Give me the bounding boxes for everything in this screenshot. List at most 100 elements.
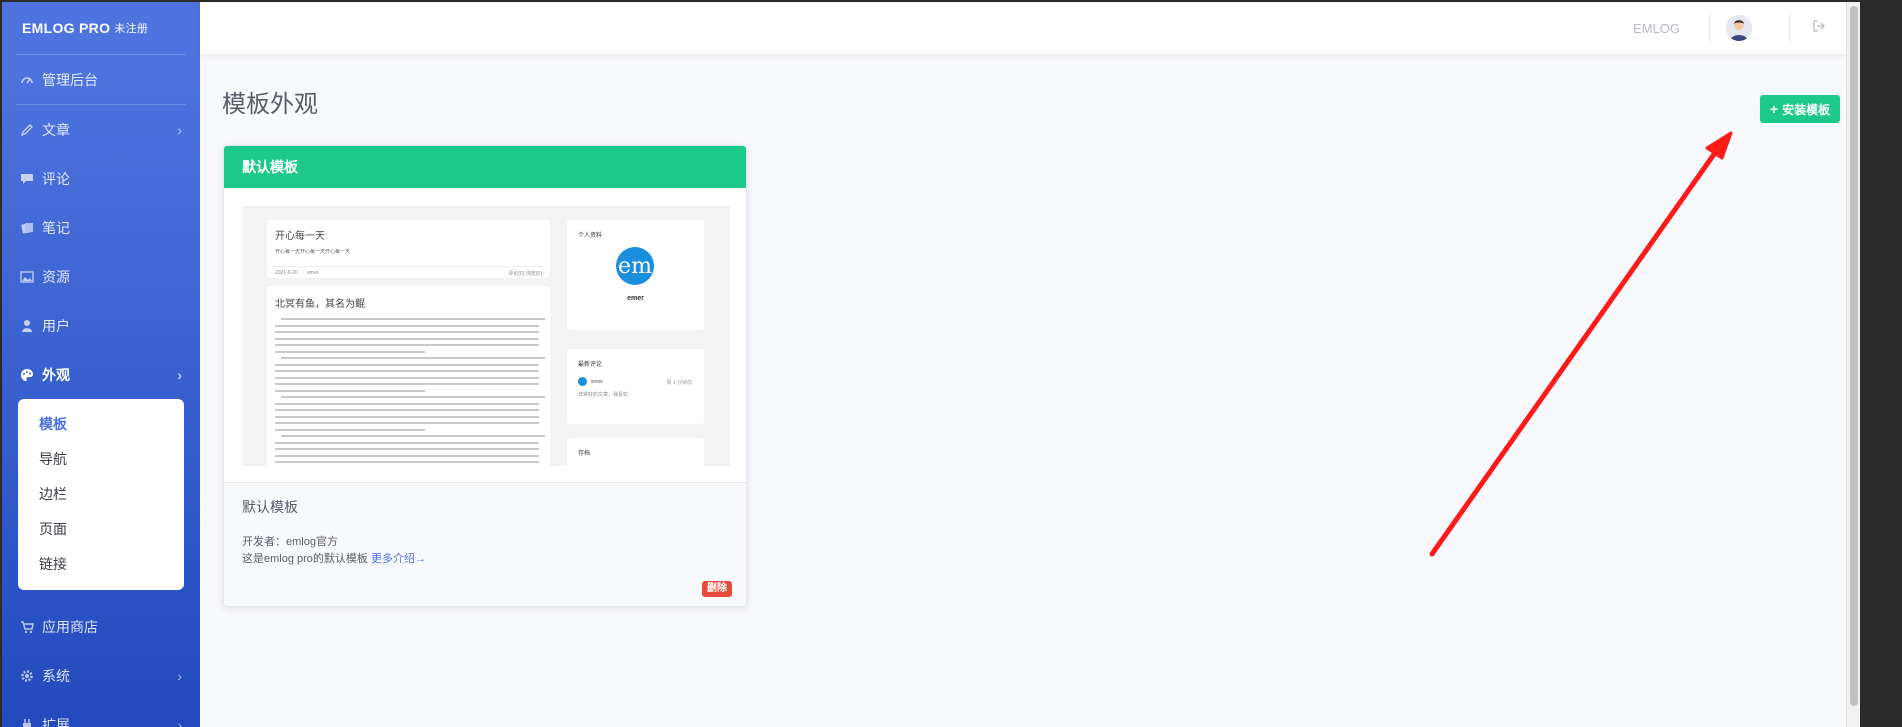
sidebar-item-notes[interactable]: 笔记 — [2, 203, 200, 252]
preview-profile-logo: em — [616, 247, 654, 285]
sidebar-item-label: 评论 — [42, 170, 70, 187]
scrollbar-thumb[interactable] — [1850, 6, 1858, 706]
preview-text-line — [275, 363, 539, 366]
template-card-header: 默认模板 — [224, 146, 746, 188]
template-description: 这是emlog pro的默认模板 — [242, 553, 368, 565]
palette-icon — [20, 368, 42, 382]
chevron-right-icon: › — [177, 121, 182, 138]
logout-icon[interactable] — [1812, 19, 1826, 36]
sidebar-item-label: 外观 — [42, 366, 70, 383]
preview-divider — [271, 266, 546, 267]
sidebar-item-label: 资源 — [42, 268, 70, 285]
comment-icon — [20, 172, 42, 186]
preview-text-line — [275, 331, 539, 333]
window-frame: EMLOG PRO 未注册 管理后台 文章 › 评论 笔记 资源 用户 外观 ›… — [0, 0, 1902, 727]
avatar[interactable] — [1726, 15, 1752, 41]
preview-post-stats: 评论(0) 浏览(0) — [508, 271, 542, 277]
scrollbar[interactable] — [1846, 2, 1860, 727]
preview-text-line — [275, 428, 425, 431]
sidebar-item-appearance[interactable]: 外观 › — [2, 350, 200, 399]
image-icon — [20, 270, 42, 284]
dashboard-icon — [20, 73, 42, 87]
preview-widget-comments: 最新评论 snow 周 1 分钟前 非常好的文章，我喜欢 — [567, 349, 704, 424]
preview-comment-avatar — [578, 377, 587, 386]
preview-post-card: 北冥有鱼，其名为鲲 — [267, 286, 550, 466]
submenu-item-pages[interactable]: 页面 — [18, 512, 184, 547]
preview-text-line — [275, 350, 425, 353]
sidebar-item-app-store[interactable]: 应用商店 — [2, 602, 200, 651]
preview-text-line — [275, 383, 539, 385]
install-template-button[interactable]: + 安装模板 — [1760, 95, 1840, 123]
preview-comment-time: 周 1 分钟前 — [666, 380, 692, 386]
sidebar-item-label: 用户 — [42, 317, 70, 334]
preview-text-line — [281, 357, 545, 359]
topbar: EMLOG — [200, 2, 1860, 54]
preview-text-line — [275, 415, 539, 418]
preview-text-line — [275, 376, 539, 379]
chevron-right-icon: › — [177, 667, 182, 684]
preview-widget-title: 最新评论 — [578, 362, 603, 368]
template-card-footer: 默认模板 开发者：emlog官方 这是emlog pro的默认模板 更多介绍→ … — [224, 482, 746, 606]
template-developer: 开发者：emlog官方 — [242, 536, 338, 548]
brand[interactable]: EMLOG PRO 未注册 — [2, 2, 200, 54]
user-icon — [20, 319, 42, 333]
template-description-line: 这是emlog pro的默认模板 更多介绍→ — [242, 550, 426, 566]
plus-icon: + — [1769, 101, 1779, 117]
template-more-link[interactable]: 更多介绍→ — [371, 553, 426, 565]
preview-text-line — [275, 409, 539, 411]
sidebar-item-resources[interactable]: 资源 — [2, 252, 200, 301]
topbar-divider — [1789, 12, 1790, 44]
sidebar-item-label: 扩展 — [42, 716, 70, 727]
preview-post-author: emer — [307, 270, 319, 276]
sidebar-item-articles[interactable]: 文章 › — [2, 105, 200, 154]
preview-text-line — [275, 402, 539, 405]
brand-tag: 未注册 — [114, 23, 149, 35]
delete-template-button[interactable]: 删除 — [702, 581, 732, 597]
sidebar-item-comments[interactable]: 评论 — [2, 154, 200, 203]
submenu-item-templates[interactable]: 模板 — [18, 407, 184, 442]
preview-comment-author: snow — [591, 379, 603, 385]
sidebar: EMLOG PRO 未注册 管理后台 文章 › 评论 笔记 资源 用户 外观 ›… — [2, 2, 200, 727]
submenu-item-links[interactable]: 链接 — [18, 547, 184, 582]
pencil-icon — [20, 123, 42, 137]
sidebar-item-extensions[interactable]: 扩展 › — [2, 700, 200, 727]
chevron-right-icon: › — [177, 716, 182, 727]
template-name: 默认模板 — [242, 499, 298, 515]
preview-post-excerpt: 开心每一天开心每一天开心每一天 — [275, 249, 351, 255]
note-icon — [20, 221, 42, 235]
install-template-label: 安装模板 — [1782, 102, 1831, 117]
cart-icon — [20, 620, 42, 634]
sidebar-item-label: 应用商店 — [42, 618, 98, 635]
preview-post-title: 开心每一天 — [275, 231, 325, 242]
preview-text-line — [281, 396, 545, 398]
preview-widget-archive: 存档 — [567, 438, 704, 466]
preview-text-line — [275, 337, 539, 340]
template-preview-image[interactable]: 开心每一天 开心每一天开心每一天开心每一天 2021-6-20 emer 评论(… — [242, 206, 730, 466]
sidebar-item-system[interactable]: 系统 › — [2, 651, 200, 700]
preview-text-line — [275, 448, 539, 450]
sidebar-item-dashboard[interactable]: 管理后台 — [2, 55, 200, 104]
page-title: 模板外观 — [222, 91, 318, 118]
appearance-submenu: 模板 导航 边栏 页面 链接 — [18, 399, 184, 590]
preview-text-line — [275, 344, 539, 346]
site-link[interactable]: EMLOG — [1633, 21, 1680, 36]
submenu-item-sidebar[interactable]: 边栏 — [18, 477, 184, 512]
sidebar-item-label: 管理后台 — [42, 71, 98, 88]
preview-text-line — [275, 454, 539, 457]
preview-widget-profile: 个人资料 em emer — [567, 220, 704, 330]
preview-text-line — [275, 422, 539, 424]
gear-icon — [20, 669, 42, 683]
submenu-item-navigation[interactable]: 导航 — [18, 442, 184, 477]
sidebar-item-label: 文章 — [42, 121, 70, 138]
preview-post-title: 北冥有鱼，其名为鲲 — [275, 299, 365, 310]
sidebar-item-label: 系统 — [42, 667, 70, 684]
preview-text-line — [275, 461, 539, 463]
brand-name: EMLOG PRO — [22, 20, 111, 36]
sidebar-item-users[interactable]: 用户 — [2, 301, 200, 350]
preview-text-line — [275, 389, 425, 392]
preview-widget-title: 存档 — [578, 451, 591, 457]
preview-profile-name: emer — [627, 295, 644, 302]
preview-post-card: 开心每一天 开心每一天开心每一天开心每一天 2021-6-20 emer 评论(… — [267, 220, 550, 278]
template-card: 默认模板 开心每一天 开心每一天开心每一天开心每一天 2021-6-20 eme… — [223, 145, 747, 607]
preview-post-date: 2021-6-20 — [275, 270, 298, 276]
